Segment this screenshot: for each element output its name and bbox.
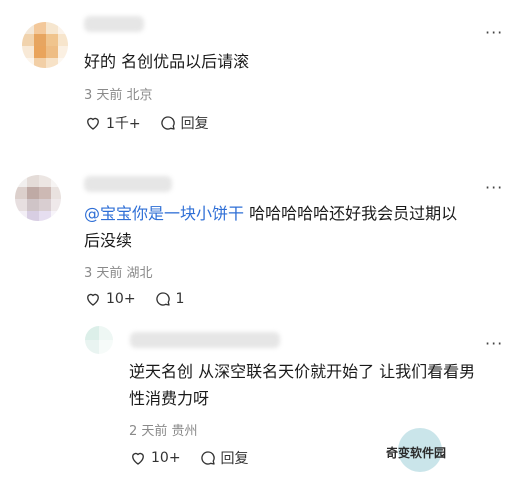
username[interactable]	[84, 16, 144, 32]
comment-actions: 10+ 回复	[129, 448, 249, 468]
more-dots-icon: ···	[485, 178, 504, 197]
like-count: 10+	[106, 291, 136, 307]
more-dots-icon: ···	[485, 23, 504, 42]
comment-actions: 1千+ 回复	[84, 113, 209, 133]
comment-meta: 2 天前 贵州	[129, 424, 198, 439]
like-count: 10+	[151, 450, 181, 466]
comment-text: @宝宝你是一块小饼干 哈哈哈哈哈还好我会员过期以 后没续	[84, 204, 458, 250]
reply-button[interactable]: 1	[154, 290, 185, 308]
like-button[interactable]: 10+	[84, 290, 136, 308]
avatar[interactable]	[15, 175, 61, 221]
username[interactable]	[84, 176, 172, 192]
heart-icon	[87, 117, 99, 130]
username[interactable]	[130, 332, 280, 348]
watermark-logo: 奇变软件园	[386, 428, 456, 472]
more-options-button[interactable]: ···	[485, 25, 503, 41]
reply-button[interactable]: 回复	[199, 448, 249, 468]
reply-label: 回复	[180, 116, 209, 132]
like-button[interactable]: 10+	[129, 449, 181, 467]
comment-actions: 10+ 1	[84, 290, 184, 308]
like-button[interactable]: 1千+	[84, 113, 141, 133]
speech-bubble-icon	[160, 116, 175, 130]
watermark-text: 奇变软件园	[386, 446, 447, 460]
reply-label: 回复	[220, 451, 249, 467]
like-count: 1千+	[106, 116, 141, 132]
comment-meta: 3 天前 湖北	[84, 266, 153, 281]
avatar[interactable]	[22, 22, 68, 68]
heart-icon	[87, 293, 99, 306]
reply-button[interactable]: 回复	[159, 113, 209, 133]
speech-bubble-icon	[200, 451, 215, 465]
comment-text: 好的 名创优品以后请滚	[84, 52, 250, 71]
avatar[interactable]	[85, 326, 113, 354]
reply-count: 1	[175, 291, 185, 307]
heart-icon	[132, 452, 144, 465]
comment-meta: 3 天前 北京	[84, 88, 153, 103]
more-dots-icon: ···	[485, 334, 504, 353]
more-options-button[interactable]: ···	[485, 180, 503, 196]
comment-text: 逆天名创 从深空联名天价就开始了 让我们看看男 性消费力呀	[129, 362, 476, 408]
speech-bubble-icon	[155, 292, 170, 306]
more-options-button[interactable]: ···	[485, 336, 503, 352]
user-mention-link[interactable]: @宝宝你是一块小饼干	[84, 204, 244, 223]
